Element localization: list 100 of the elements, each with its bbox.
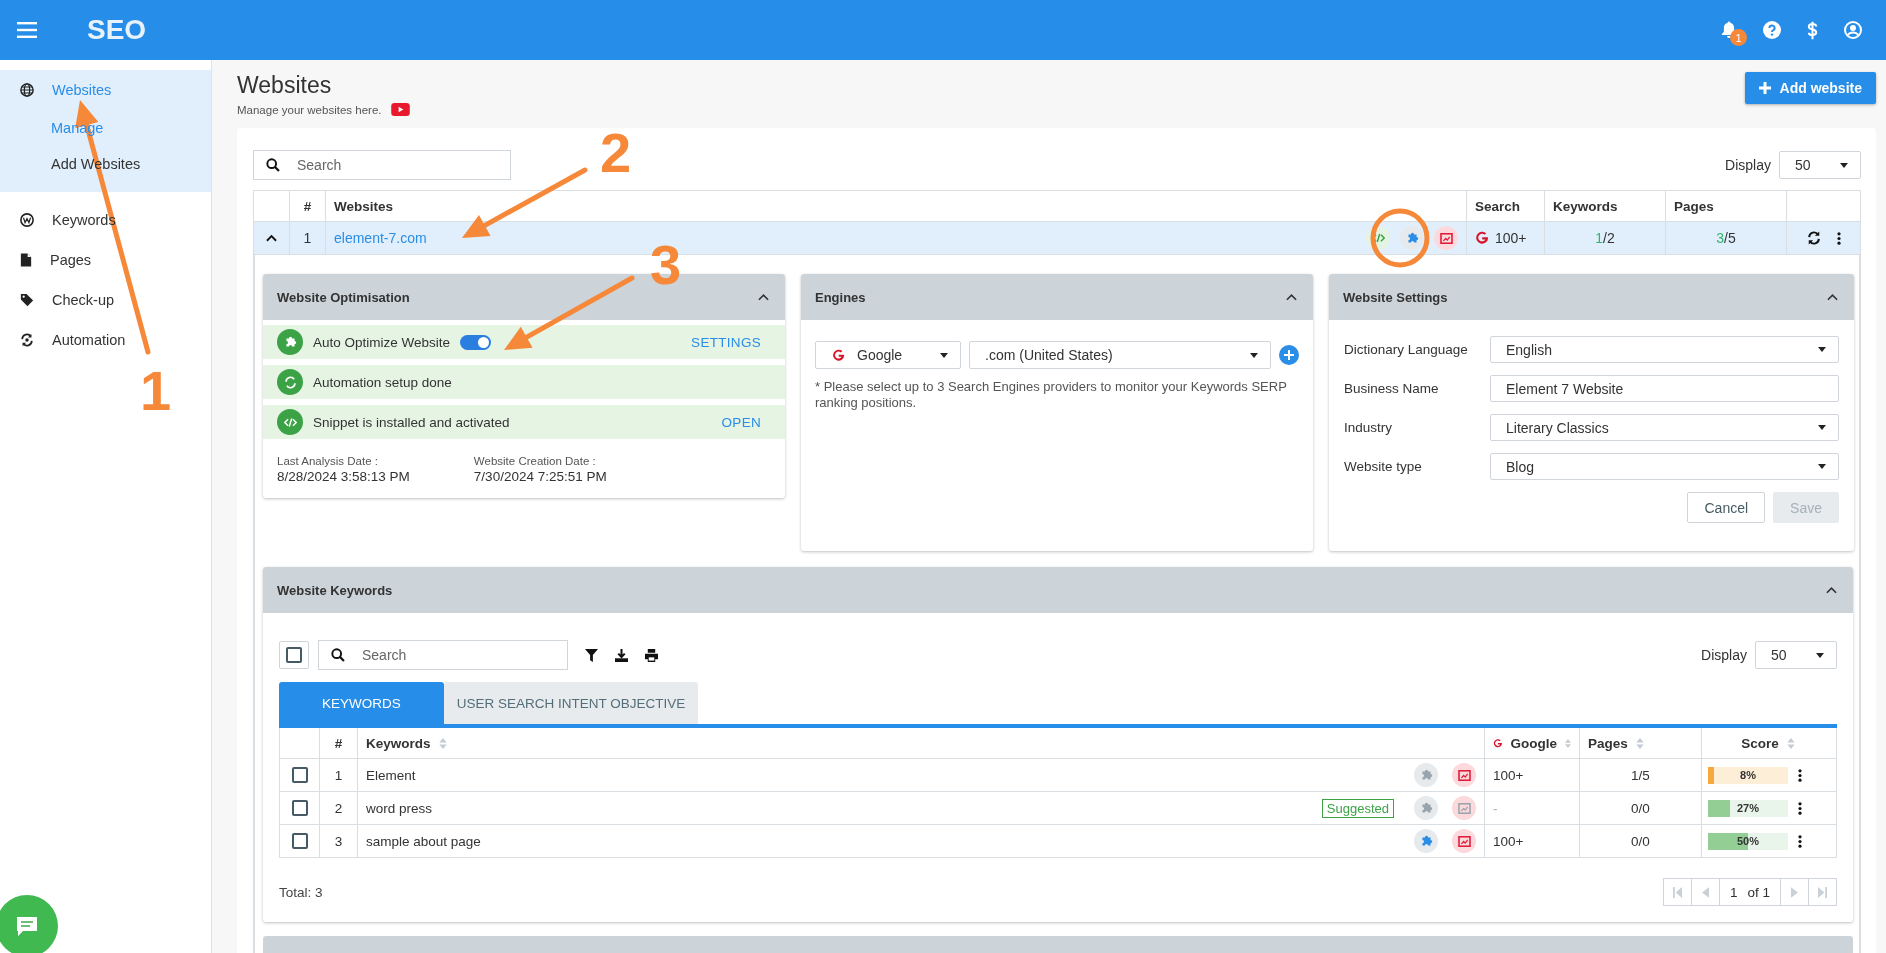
google-logo-icon [1475, 231, 1489, 245]
download-icon[interactable] [615, 648, 628, 662]
status-icon [277, 369, 303, 395]
cancel-button[interactable]: Cancel [1687, 492, 1766, 523]
panel-title: Engines [815, 289, 866, 305]
score-value: 50% [1737, 835, 1759, 847]
panel-title: Website Settings [1343, 289, 1448, 305]
google-logo-icon [1493, 736, 1503, 750]
chart-icon[interactable] [1452, 763, 1476, 787]
select-field[interactable]: English [1490, 336, 1839, 363]
field-label: Website type [1344, 459, 1423, 474]
status-text: Automation setup done [313, 374, 452, 390]
row-checkbox[interactable] [291, 833, 308, 849]
collapse-icon[interactable] [758, 293, 769, 301]
dollar-icon[interactable] [1807, 20, 1818, 40]
puzzle-icon[interactable] [1414, 829, 1438, 853]
chevron-icon[interactable] [266, 234, 277, 242]
search-field[interactable]: Search [253, 150, 511, 180]
date-value: 8/28/2024 3:58:13 PM [277, 469, 410, 484]
table-cell: 1/5 [1580, 759, 1702, 791]
column-header: Google [1510, 735, 1558, 751]
table-cell: 1/2 [1545, 222, 1666, 254]
keyword-text: Element [366, 767, 416, 783]
collapse-icon[interactable] [1827, 293, 1838, 301]
sidebar-item[interactable]: Check-up [0, 280, 211, 320]
page-subtitle: Manage your websites here. [237, 103, 382, 116]
chart-icon[interactable] [1434, 226, 1458, 250]
table-cell: 100+ [1495, 230, 1527, 246]
select-all-checkbox[interactable] [286, 647, 302, 663]
panel-title: Website Optimisation [277, 289, 410, 305]
field-label: Business Name [1344, 381, 1440, 396]
table-cell: 2 [320, 792, 358, 824]
chart-icon[interactable] [1452, 829, 1476, 853]
collapse-icon[interactable] [1826, 586, 1837, 594]
google-logo-icon [832, 348, 845, 362]
table-cell: 100+ [1485, 825, 1580, 857]
table-cell: 3/5 [1666, 222, 1787, 254]
date-label: Last Analysis Date : [277, 455, 379, 467]
user-account-icon[interactable] [1844, 21, 1862, 39]
toggle-switch[interactable] [460, 334, 492, 350]
chat-bubble-icon [15, 915, 39, 937]
table-cell: 0/0 [1580, 792, 1702, 824]
column-header: # [320, 728, 358, 758]
table-cell: 0/0 [1580, 825, 1702, 857]
display-select[interactable]: 50 [1779, 151, 1861, 179]
tab[interactable]: USER SEARCH INTENT OBJECTIVE [443, 682, 699, 724]
video-play-icon[interactable] [391, 103, 411, 116]
field-label: Dictionary Language [1344, 342, 1469, 357]
engines-note: * Please select up to 3 Search Engines providers to monitor your Keywords SERP ranking positions. [815, 379, 1288, 411]
status-text: Snippet is installed and activated [313, 414, 510, 430]
help-icon[interactable] [1763, 21, 1781, 39]
refresh-icon[interactable] [1806, 231, 1821, 245]
domain-select[interactable]: .com (United States) [969, 341, 1271, 369]
select-field[interactable]: Blog [1490, 453, 1839, 480]
more-options-icon[interactable] [1798, 834, 1802, 848]
search-icon [266, 158, 280, 172]
date-label: Website Creation Date : [473, 455, 597, 467]
page-title: Websites [237, 72, 333, 99]
annotation-number: 2 [600, 121, 632, 184]
print-icon[interactable] [645, 648, 658, 662]
table-cell: - [1485, 792, 1580, 824]
page-number: 1 [1729, 884, 1738, 900]
engine-select[interactable]: Google [815, 341, 961, 369]
display-select[interactable]: 50 [1755, 641, 1837, 669]
chart-icon[interactable] [1452, 796, 1476, 820]
collapse-icon[interactable] [1286, 293, 1297, 301]
sidebar-item[interactable]: Pages [0, 240, 211, 280]
total-count: Total: 3 [279, 884, 323, 900]
select-field[interactable]: Literary Classics [1490, 414, 1839, 441]
search-field[interactable]: Search [318, 640, 568, 670]
more-options-icon[interactable] [1798, 768, 1802, 782]
sidebar-item[interactable]: Automation [0, 320, 211, 360]
annotation-number: 1 [140, 359, 172, 422]
menu-icon[interactable] [17, 22, 37, 38]
panel-title: Website Keywords [277, 582, 393, 598]
table-cell: 3 [320, 825, 358, 857]
row-checkbox[interactable] [291, 767, 308, 783]
table-cell: 1 [320, 759, 358, 791]
plus-icon [1758, 82, 1771, 94]
globe-icon [20, 83, 34, 97]
status-text: Auto Optimize Website [313, 334, 451, 350]
suggested-tag: Suggested [1321, 798, 1394, 818]
text-field[interactable]: Element 7 Website [1490, 375, 1839, 402]
column-header: Pages [1588, 735, 1628, 751]
more-options-icon[interactable] [1836, 231, 1841, 245]
table-cell: 1 [290, 222, 326, 254]
display-label: Display [1725, 157, 1771, 173]
puzzle-icon[interactable] [1414, 763, 1438, 787]
puzzle-icon[interactable] [1414, 796, 1438, 820]
add-icon[interactable] [1279, 345, 1299, 365]
row-checkbox[interactable] [291, 800, 308, 816]
date-value: 7/30/2024 7:25:51 PM [473, 469, 607, 484]
display-label: Display [1701, 647, 1747, 663]
cycle-icon [20, 333, 34, 347]
puzzle-icon[interactable] [1400, 226, 1424, 250]
filter-icon[interactable] [585, 648, 598, 662]
column-header: Score [1741, 735, 1779, 751]
annotation-circle [1370, 208, 1430, 268]
more-options-icon[interactable] [1798, 801, 1802, 815]
table-cell: 100+ [1485, 759, 1580, 791]
